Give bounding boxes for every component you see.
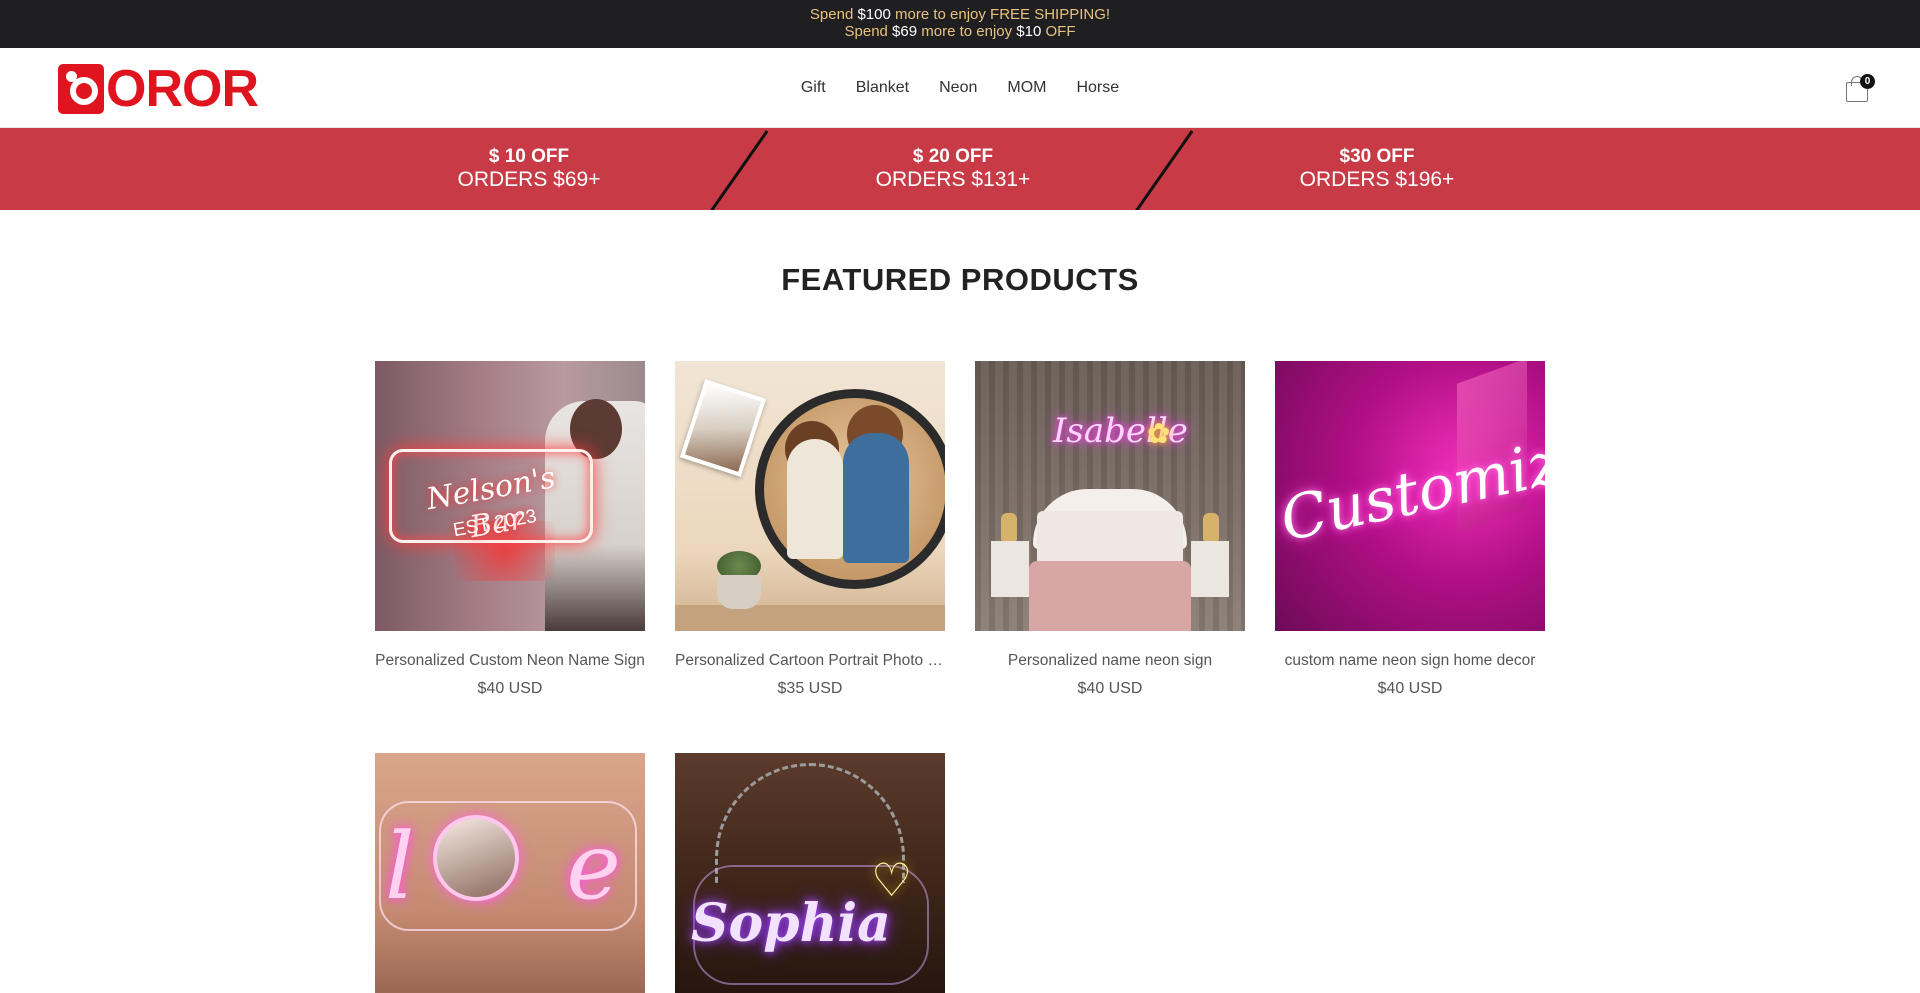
neon-sign-text: Customize — [1275, 420, 1545, 556]
site-header: OROR Gift Blanket Neon MOM Horse 0 — [0, 48, 1920, 128]
promo-tier-3-threshold: ORDERS $196+ — [1299, 168, 1455, 191]
promo-tier-3: $30 OFF ORDERS $196+ — [1227, 146, 1527, 192]
cart-button[interactable]: 0 — [1844, 74, 1875, 104]
promo-tier-1-threshold: ORDERS $69+ — [457, 168, 601, 191]
shipping-message-prefix: Spend — [809, 6, 858, 23]
shipping-message-suffix: more to enjoy FREE SHIPPING! — [890, 6, 1111, 23]
product-image[interactable]: Sophia ♡ — [675, 753, 945, 993]
promo-divider — [708, 130, 769, 210]
couple-photo — [679, 379, 767, 477]
cart-count-badge: 0 — [1860, 74, 1875, 89]
product-image[interactable]: Customize — [1275, 361, 1545, 631]
discount-amount: $10 — [1016, 23, 1042, 40]
discount-message-prefix: Spend — [844, 23, 893, 40]
promo-tier-3-discount: $30 OFF — [1339, 146, 1415, 167]
discount-message-middle: more to enjoy — [917, 23, 1017, 40]
logo-text: OROR — [106, 60, 259, 118]
main-nav: Gift Blanket Neon MOM Horse — [0, 48, 1920, 128]
product-card[interactable]: lve — [375, 753, 645, 993]
heart-photo-frame — [433, 815, 519, 901]
announcement-bar: Spend $100 more to enjoy FREE SHIPPING! … — [0, 0, 1920, 48]
promo-banner: $ 10 OFF ORDERS $69+ $ 20 OFF ORDERS $13… — [0, 128, 1920, 210]
product-card[interactable]: Personalized Cartoon Portrait Photo Mirr… — [675, 361, 945, 699]
product-price: $35 USD — [777, 680, 843, 697]
nav-link-horse[interactable]: Horse — [1076, 79, 1119, 97]
discount-message: Spend $69 more to enjoy $10 OFF — [0, 23, 1920, 40]
discount-message-suffix: OFF — [1041, 23, 1076, 40]
product-card[interactable]: Nelson's Bar EST 2023 Personalized Custo… — [375, 361, 645, 699]
site-logo[interactable]: OROR — [58, 60, 259, 118]
product-price: $40 USD — [1077, 680, 1143, 697]
product-image[interactable] — [675, 361, 945, 631]
nav-link-neon[interactable]: Neon — [939, 79, 977, 97]
product-name[interactable]: Personalized Cartoon Portrait Photo Mirr… — [675, 651, 945, 671]
shipping-message: Spend $100 more to enjoy FREE SHIPPING! — [0, 6, 1920, 23]
promo-tier-1: $ 10 OFF ORDERS $69+ — [379, 146, 679, 192]
product-card[interactable]: Isabelle ✿ Personalized name neon sign $… — [975, 361, 1245, 699]
neon-sign-text: Sophia — [691, 893, 891, 954]
promo-tier-2-discount: $ 20 OFF — [912, 146, 994, 167]
discount-threshold-amount: $69 — [892, 23, 918, 40]
product-name[interactable]: Personalized name neon sign — [975, 651, 1245, 671]
shipping-threshold-amount: $100 — [857, 6, 891, 23]
product-image[interactable]: lve — [375, 753, 645, 993]
product-card[interactable]: Sophia ♡ — [675, 753, 945, 993]
featured-products-title: FEATURED PRODUCTS — [781, 262, 1139, 297]
nav-link-gift[interactable]: Gift — [801, 79, 826, 97]
nav-link-blanket[interactable]: Blanket — [856, 79, 909, 97]
product-name[interactable]: custom name neon sign home decor — [1275, 651, 1545, 671]
product-card[interactable]: Customize custom name neon sign home dec… — [1275, 361, 1545, 699]
logo-mark-icon — [58, 64, 104, 114]
product-image[interactable]: Nelson's Bar EST 2023 — [375, 361, 645, 631]
promo-tier-2: $ 20 OFF ORDERS $131+ — [803, 146, 1103, 192]
product-price: $40 USD — [1377, 680, 1443, 697]
product-image[interactable]: Isabelle ✿ — [975, 361, 1245, 631]
promo-tier-1-discount: $ 10 OFF — [488, 146, 570, 167]
butterfly-icon: ✿ — [1147, 418, 1171, 449]
promo-divider — [1133, 130, 1194, 210]
product-name[interactable]: Personalized Custom Neon Name Sign — [375, 651, 645, 671]
promo-tier-2-threshold: ORDERS $131+ — [875, 168, 1031, 191]
product-price: $40 USD — [477, 680, 543, 697]
heart-icon: ♡ — [871, 854, 913, 906]
nav-link-mom[interactable]: MOM — [1007, 79, 1046, 97]
